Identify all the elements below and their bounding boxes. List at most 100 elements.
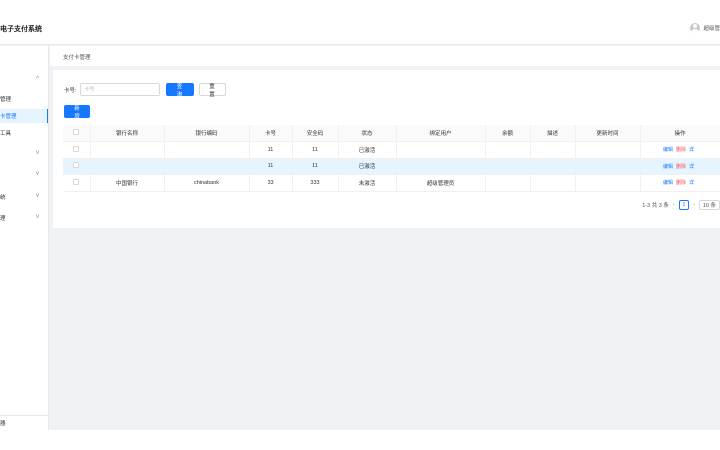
description-cell xyxy=(530,141,576,159)
column-header: 状态 xyxy=(338,125,397,142)
detail-link[interactable]: 详 xyxy=(689,180,694,186)
column-header: 银行名称 xyxy=(90,125,165,142)
delete-link[interactable]: 删除 xyxy=(676,147,686,153)
actions-cell: 编辑 删除详 xyxy=(640,174,720,192)
column-header: 更新时间 xyxy=(575,125,641,142)
bound-user-cell xyxy=(396,158,486,175)
edit-link[interactable]: 编辑 xyxy=(663,164,673,170)
chevron-down-icon: v xyxy=(36,193,39,199)
chevron-up-icon: ^ xyxy=(36,76,39,82)
edit-link[interactable]: 编辑 xyxy=(663,147,673,153)
row-checkbox[interactable] xyxy=(73,162,80,169)
sidebar-group-stats[interactable]: 统 v xyxy=(0,190,48,204)
status-cell: 未激活 xyxy=(338,174,397,192)
prev-page-icon[interactable]: ‹ xyxy=(673,202,675,208)
column-header: 卡号 xyxy=(249,125,293,142)
bottom-bar xyxy=(0,430,720,450)
content-card: 卡号: 查 询 重 置 新增 银行名称 银行编码 卡号 安全码 状态 绑定用户 … xyxy=(53,70,720,228)
reset-button[interactable]: 重 置 xyxy=(198,83,226,98)
card-number-cell: 11 xyxy=(249,141,293,159)
updated-time-cell xyxy=(575,174,641,192)
chevron-down-icon: v xyxy=(36,171,39,177)
row-select-cell[interactable] xyxy=(63,158,91,175)
sidebar-item-label: 理 xyxy=(0,216,6,222)
description-cell xyxy=(530,174,576,192)
updated-time-cell xyxy=(575,141,641,159)
row-select-cell[interactable] xyxy=(63,141,91,159)
sidebar-item-management[interactable]: 管理 xyxy=(0,92,48,106)
row-select-cell[interactable] xyxy=(63,174,91,192)
top-header: 电子支付系统 超级管 xyxy=(0,0,720,45)
sidebar-item-label: 卡管理 xyxy=(0,114,17,120)
breadcrumb: 支付卡管理 xyxy=(63,55,91,61)
sidebar-group-2[interactable]: v xyxy=(0,168,48,182)
card-number-cell: 33 xyxy=(249,174,293,192)
table-row[interactable]: 11 11 已激活 编辑 删除详 xyxy=(63,158,720,175)
card-table: 银行名称 银行编码 卡号 安全码 状态 绑定用户 余额 描述 更新时间 操作 1… xyxy=(63,125,720,192)
status-cell: 已激活 xyxy=(338,158,397,175)
description-cell xyxy=(530,158,576,175)
delete-link[interactable]: 删除 xyxy=(676,164,686,170)
row-checkbox[interactable] xyxy=(73,145,80,152)
sidebar-group-admin[interactable]: 理 v xyxy=(0,211,48,225)
app-title: 电子支付系统 xyxy=(0,26,42,33)
page-size-select[interactable]: 10 条 xyxy=(698,200,720,210)
column-header: 安全码 xyxy=(292,125,339,142)
card-number-cell: 11 xyxy=(249,158,293,175)
column-header: 描述 xyxy=(530,125,576,142)
sidebar-group-payment[interactable]: ^ xyxy=(0,73,48,87)
sidebar-item-label: 统 xyxy=(0,195,6,201)
sidebar: ^ 管理 卡管理 工具 v v 统 v 理 v 器 xyxy=(0,46,49,430)
user-name[interactable]: 超级管 xyxy=(703,24,720,32)
bank-code-cell xyxy=(164,158,250,175)
bank-code-cell xyxy=(164,141,250,159)
delete-link[interactable]: 删除 xyxy=(676,180,686,186)
updated-time-cell xyxy=(575,158,641,175)
column-header: 银行编码 xyxy=(164,125,250,142)
select-all-cell[interactable] xyxy=(63,125,91,142)
bank-name-cell: 中国银行 xyxy=(90,174,165,192)
column-header: 余额 xyxy=(485,125,531,142)
avatar-icon[interactable] xyxy=(690,23,701,33)
actions-cell: 编辑 删除详 xyxy=(640,141,720,159)
status-cell: 已激活 xyxy=(338,141,397,159)
security-code-cell: 11 xyxy=(292,158,339,175)
table-header-row: 银行名称 银行编码 卡号 安全码 状态 绑定用户 余额 描述 更新时间 操作 xyxy=(63,125,720,142)
add-button[interactable]: 新增 xyxy=(64,105,90,120)
chevron-down-icon: v xyxy=(36,150,39,156)
balance-cell xyxy=(485,158,531,175)
detail-link[interactable]: 详 xyxy=(689,164,694,170)
chevron-down-icon: v xyxy=(36,214,39,220)
bank-name-cell xyxy=(90,141,165,159)
bank-name-cell xyxy=(90,158,165,175)
balance-cell xyxy=(485,174,531,192)
edit-link[interactable]: 编辑 xyxy=(663,180,673,186)
next-page-icon[interactable]: › xyxy=(693,202,695,208)
table-row[interactable]: 中国银行 chinabank 33 333 未激活 超级管理员 编辑 删除详 xyxy=(63,174,720,192)
sidebar-item-tools[interactable]: 工具 xyxy=(0,126,48,140)
card-number-label: 卡号: xyxy=(64,87,77,94)
row-checkbox[interactable] xyxy=(73,178,80,185)
bound-user-cell xyxy=(396,141,486,159)
sidebar-item-label: 工具 xyxy=(0,131,12,137)
sidebar-item-card-management[interactable]: 卡管理 xyxy=(0,109,48,123)
pagination: 1-3 共 3 条 ‹ 1 › 10 条 xyxy=(642,200,720,210)
column-header: 操作 xyxy=(640,125,720,142)
bank-code-cell: chinabank xyxy=(164,174,250,192)
select-all-checkbox[interactable] xyxy=(73,129,80,135)
detail-link[interactable]: 详 xyxy=(689,147,694,153)
security-code-cell: 333 xyxy=(292,174,339,192)
security-code-cell: 11 xyxy=(292,141,339,159)
pagination-summary: 1-3 共 3 条 xyxy=(642,203,669,209)
page-1-button[interactable]: 1 xyxy=(678,200,689,210)
balance-cell xyxy=(485,141,531,159)
sidebar-item-label: 管理 xyxy=(0,97,12,103)
query-button[interactable]: 查 询 xyxy=(165,83,194,98)
user-menu[interactable]: 超级管 xyxy=(690,23,720,33)
card-number-input[interactable] xyxy=(79,83,160,96)
sidebar-collapse-toggle[interactable]: 器 xyxy=(0,415,48,430)
sidebar-group-1[interactable]: v xyxy=(0,147,48,161)
table-row[interactable]: 11 11 已激活 编辑 删除详 xyxy=(63,141,720,159)
bound-user-cell: 超级管理员 xyxy=(396,174,486,192)
search-form: 卡号: 查 询 重 置 xyxy=(64,83,226,98)
